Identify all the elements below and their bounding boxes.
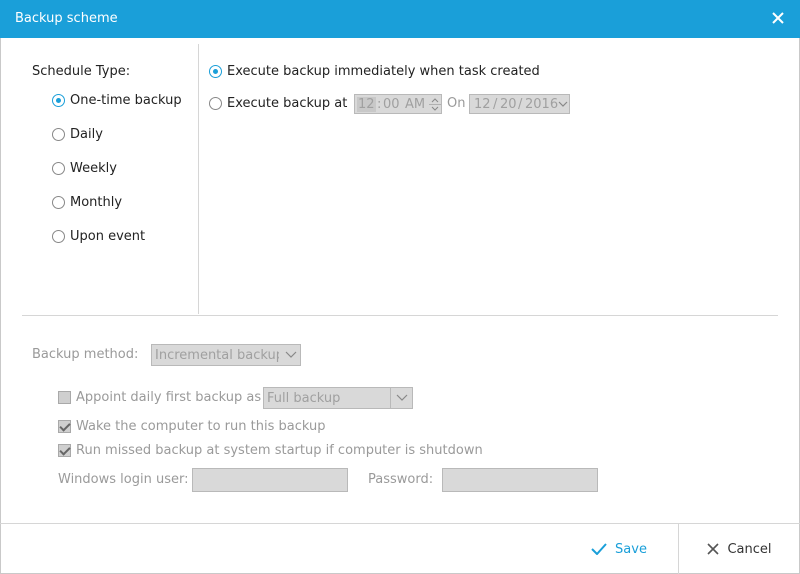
window-title: Backup scheme xyxy=(15,11,118,26)
time-minute[interactable]: 00 xyxy=(383,97,400,112)
vertical-divider xyxy=(198,44,199,314)
radio-label-one-time-backup[interactable]: One-time backup xyxy=(70,93,182,108)
time-ampm[interactable]: AM xyxy=(405,97,425,112)
spinner-arrows-icon[interactable] xyxy=(429,96,441,113)
close-icon xyxy=(707,543,720,555)
schedule-type-label: Schedule Type: xyxy=(32,64,131,79)
horizontal-divider xyxy=(22,315,778,316)
radio-monthly[interactable] xyxy=(52,196,65,209)
radio-label-daily[interactable]: Daily xyxy=(70,127,103,142)
radio-upon-event[interactable] xyxy=(52,230,65,243)
execute-at-label[interactable]: Execute backup at xyxy=(227,96,347,111)
backup-method-label: Backup method: xyxy=(32,347,139,362)
backup-method-select[interactable]: Incremental backup xyxy=(151,344,301,366)
date-separator-2: / xyxy=(518,97,523,112)
cancel-button[interactable]: Cancel xyxy=(679,524,800,574)
chevron-down-icon[interactable] xyxy=(558,100,568,108)
dialog-frame xyxy=(0,38,800,574)
date-picker[interactable]: 12 / 20 / 2016 xyxy=(469,94,570,114)
radio-daily[interactable] xyxy=(52,128,65,141)
radio-execute-at[interactable] xyxy=(209,97,222,110)
time-hour[interactable]: 12 xyxy=(357,97,376,112)
wake-computer-checkbox[interactable] xyxy=(58,420,71,433)
date-day[interactable]: 20 xyxy=(500,97,517,112)
time-separator: : xyxy=(377,97,382,112)
on-label: On xyxy=(447,96,466,111)
password-input[interactable] xyxy=(442,468,598,492)
date-separator-1: / xyxy=(493,97,498,112)
radio-one-time-backup[interactable] xyxy=(52,94,65,107)
execute-immediately-label[interactable]: Execute backup immediately when task cre… xyxy=(227,64,540,79)
wake-computer-label: Wake the computer to run this backup xyxy=(76,419,326,434)
radio-label-monthly[interactable]: Monthly xyxy=(70,195,122,210)
password-label: Password: xyxy=(368,472,434,487)
save-label: Save xyxy=(615,541,647,557)
chevron-down-icon[interactable] xyxy=(285,351,297,359)
radio-label-weekly[interactable]: Weekly xyxy=(70,161,117,176)
backup-method-value: Incremental backup xyxy=(155,348,279,363)
check-icon xyxy=(591,543,607,555)
radio-label-upon-event[interactable]: Upon event xyxy=(70,229,145,244)
select-divider xyxy=(390,388,391,408)
appoint-daily-value: Full backup xyxy=(267,391,341,406)
appoint-daily-checkbox[interactable] xyxy=(58,391,71,404)
chevron-down-icon[interactable] xyxy=(396,394,408,402)
radio-weekly[interactable] xyxy=(52,162,65,175)
appoint-daily-label: Appoint daily first backup as xyxy=(76,390,262,405)
windows-login-user-label: Windows login user: xyxy=(58,472,189,487)
title-bar: Backup scheme xyxy=(0,0,800,38)
date-year[interactable]: 2016 xyxy=(525,97,558,112)
save-button[interactable]: Save xyxy=(560,524,678,574)
date-month[interactable]: 12 xyxy=(474,97,491,112)
run-missed-checkbox[interactable] xyxy=(58,444,71,457)
run-missed-label: Run missed backup at system startup if c… xyxy=(76,443,483,458)
close-icon[interactable] xyxy=(770,10,786,26)
windows-login-user-input[interactable] xyxy=(192,468,348,492)
cancel-label: Cancel xyxy=(727,541,772,557)
appoint-daily-select[interactable]: Full backup xyxy=(263,387,413,409)
radio-execute-immediately[interactable] xyxy=(209,65,222,78)
time-spinner[interactable]: 12 : 00 AM xyxy=(354,94,442,114)
